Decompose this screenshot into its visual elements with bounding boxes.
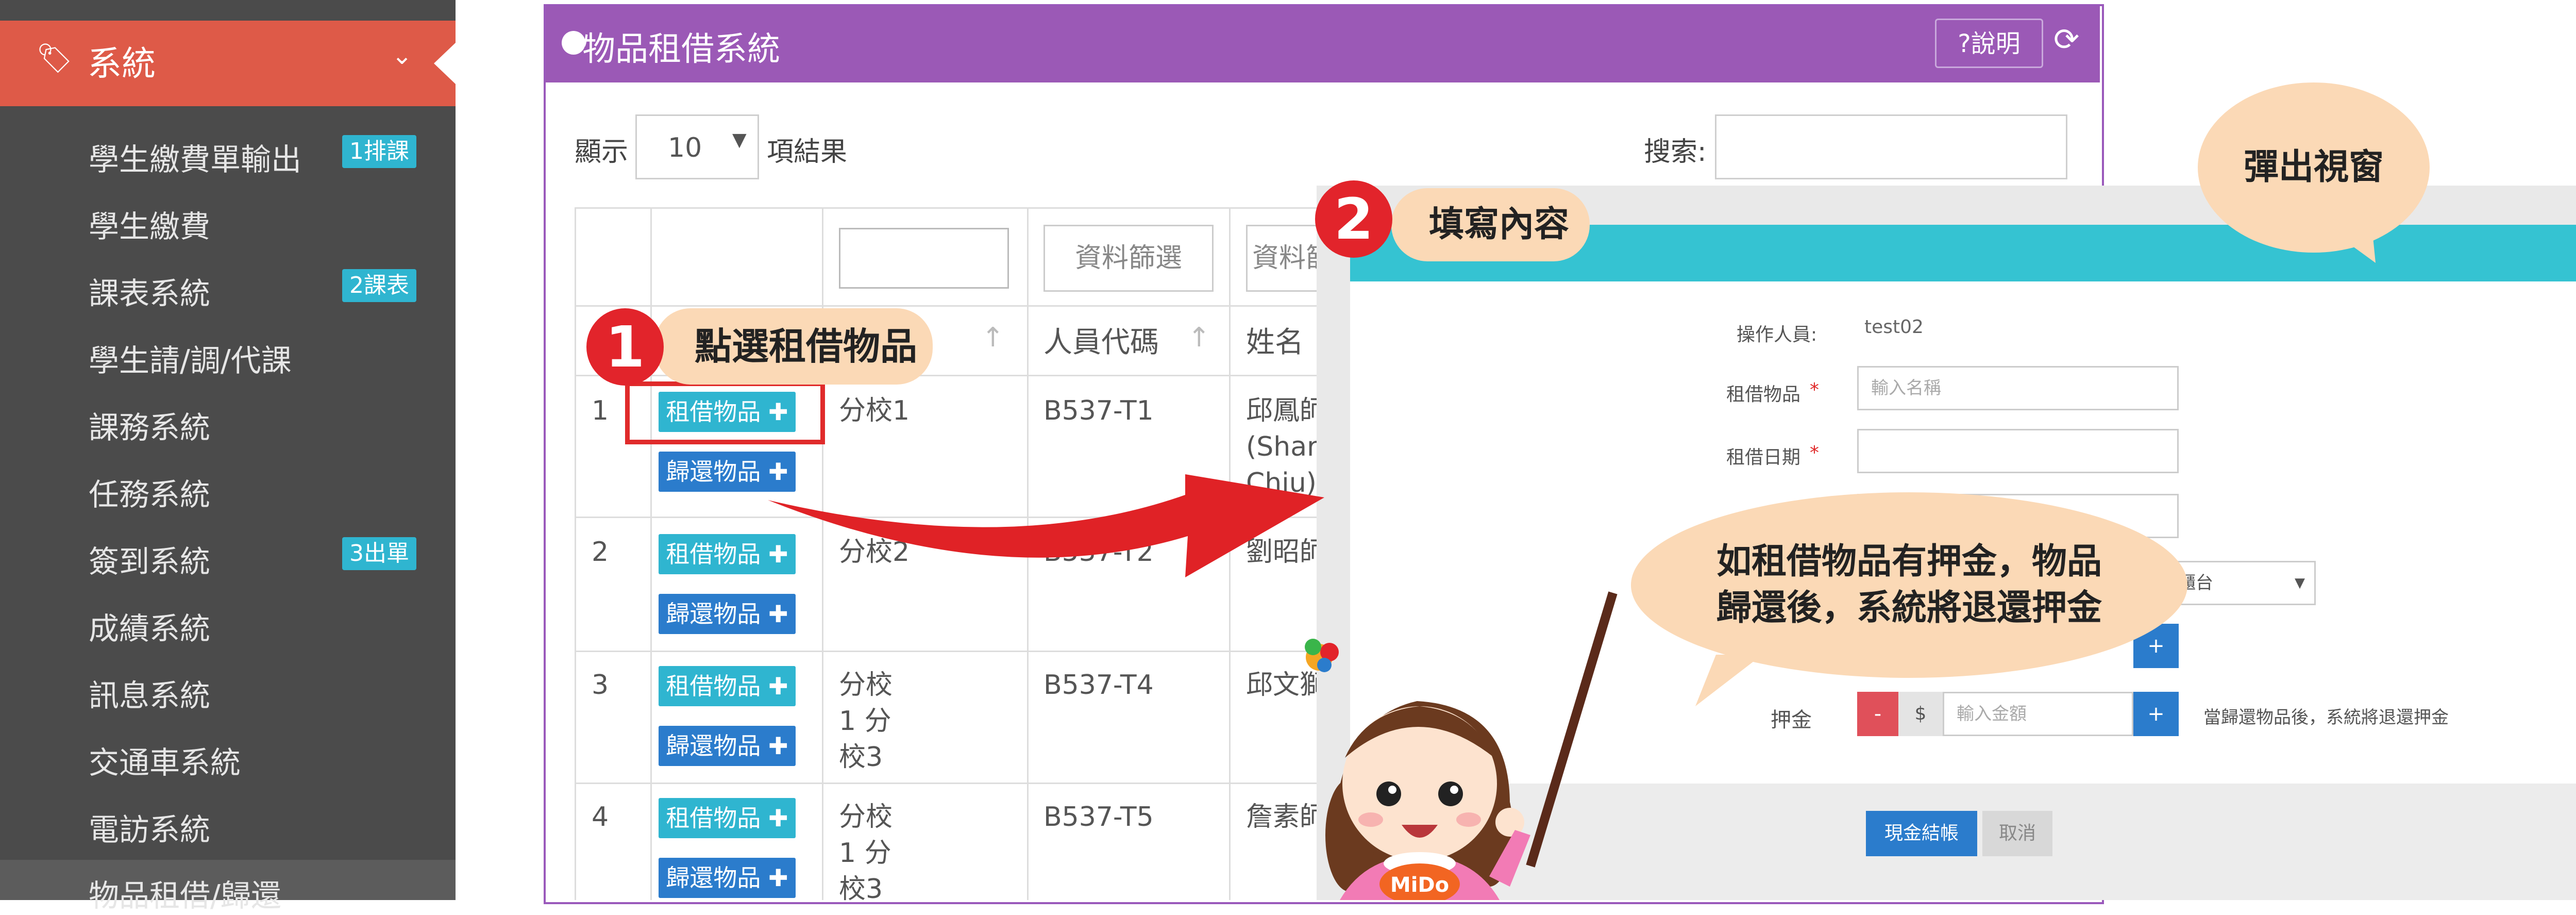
deposit-note: 當歸還物品後，系統將退還押金	[2203, 707, 2449, 728]
search-input[interactable]	[1715, 114, 2067, 179]
currency-addon: $	[1898, 692, 1943, 736]
cancel-button[interactable]: 取消	[1982, 811, 2052, 856]
sidebar-item-payment-slip[interactable]: 學生繳費單輸出	[89, 135, 301, 179]
item-name-input[interactable]: 輸入名稱	[1857, 366, 2179, 410]
sidebar-item-messages[interactable]: 訊息系統	[89, 671, 210, 715]
sidebar-section-label: 系統	[88, 44, 156, 84]
mascot-label: MiDo	[1390, 873, 1449, 897]
refresh-icon[interactable]: ⟳	[2053, 22, 2079, 58]
table-border	[575, 305, 1317, 307]
sidebar-badge: 1排課	[342, 135, 416, 168]
code-cell: B537-T5	[1043, 802, 1154, 833]
caret-down-icon: ▼	[2295, 575, 2305, 591]
table-border	[575, 783, 1317, 784]
column-header-name[interactable]: 姓名	[1246, 325, 1304, 361]
deposit-label: 押金	[1771, 708, 1812, 732]
row-number: 2	[592, 537, 609, 568]
tag-icon: 🏷	[36, 42, 73, 75]
sidebar-item-tasks[interactable]: 任務系統	[89, 470, 210, 514]
column-header-code[interactable]: 人員代碼	[1043, 325, 1159, 361]
table-border	[575, 651, 1317, 652]
bubble-tail	[1695, 655, 1762, 706]
caret-down-icon: ▼	[732, 129, 747, 151]
rent-date-input[interactable]	[1857, 429, 2179, 473]
popup-window-bubble: 彈出視窗	[2198, 82, 2430, 253]
step2-badge: 2	[1315, 180, 1392, 258]
deposit-amount-input[interactable]: 輸入金額	[1943, 692, 2133, 736]
table-border	[575, 207, 576, 900]
required-mark: *	[1810, 442, 1819, 463]
sidebar-item-rental[interactable]: 物品租借/歸還	[89, 871, 281, 915]
filter-button[interactable]: 資料篩選	[1043, 225, 1214, 292]
sidebar-item-course-affairs[interactable]: 課務系統	[89, 403, 210, 447]
cash-checkout-button[interactable]: 現金結帳	[1866, 811, 1977, 856]
step2-callout: 填寫內容	[1391, 188, 1590, 261]
branch-cell: 分校1 分校3	[839, 802, 893, 905]
sort-icon[interactable]: ↑	[1188, 320, 1210, 356]
mascot-illustration: MiDo	[1305, 591, 1618, 900]
page-size-select[interactable]: 10 ▼	[635, 114, 759, 179]
results-label: 項結果	[767, 137, 848, 168]
deposit-bubble-line: 歸還後，系統將退還押金	[1716, 588, 2102, 628]
rent-item-button[interactable]: 租借物品 ✚	[659, 798, 796, 838]
deposit-plus-button[interactable]: +	[2133, 692, 2179, 736]
code-cell: B537-T1	[1043, 395, 1154, 426]
filter-input[interactable]	[839, 228, 1009, 289]
bubble-tail	[2319, 211, 2376, 263]
branch-cell: 分校1 分校3	[839, 670, 893, 773]
row-number: 1	[592, 395, 609, 426]
sidebar-item-payment[interactable]: 學生繳費	[89, 202, 210, 246]
deposit-minus-button[interactable]: -	[1857, 692, 1898, 736]
sort-icon[interactable]: ↑	[982, 320, 1004, 356]
code-cell: B537-T4	[1043, 670, 1154, 701]
return-item-button[interactable]: 歸還物品 ✚	[659, 726, 796, 766]
sidebar-item-shuttle[interactable]: 交通車系統	[89, 738, 241, 782]
return-item-button[interactable]: 歸還物品 ✚	[659, 594, 796, 634]
step1-callout: 點選租借物品	[654, 308, 933, 385]
branch-cell: 分校1	[839, 395, 910, 426]
help-button[interactable]: ?說明	[1935, 19, 2043, 68]
return-item-button[interactable]: 歸還物品 ✚	[659, 858, 796, 898]
sidebar-badge: 3出單	[342, 537, 416, 570]
show-label: 顯示	[575, 137, 629, 168]
row-number: 4	[592, 802, 609, 833]
page-size-value: 10	[668, 132, 702, 163]
rent-item-button[interactable]: 租借物品 ✚	[659, 666, 796, 706]
operator-label: 操作人員:	[1737, 324, 1817, 345]
required-mark: *	[1810, 379, 1819, 401]
sidebar-item-timetable[interactable]: 課表系統	[89, 269, 210, 313]
date-label: 租借日期	[1726, 447, 1801, 468]
table-border	[650, 207, 652, 900]
sidebar-badge: 2課表	[342, 269, 416, 302]
item-label: 租借物品	[1726, 384, 1801, 405]
sidebar-item-checkin[interactable]: 簽到系統	[89, 537, 210, 581]
step1-badge: 1	[586, 308, 664, 386]
deposit-bubble: 如租借物品有押金，物品 歸還後，系統將退還押金	[1631, 492, 2187, 678]
sidebar-item-phone-visit[interactable]: 電訪系統	[89, 805, 210, 849]
red-arrow	[768, 474, 1324, 577]
sidebar-item-grades[interactable]: 成績系統	[89, 604, 210, 648]
table-border	[575, 207, 1317, 209]
deposit-bubble-line: 如租借物品有押金，物品	[1716, 541, 2102, 582]
sidebar-item-leave[interactable]: 學生請/調/代課	[89, 336, 292, 380]
row-number: 3	[592, 670, 609, 701]
highlight-box	[625, 381, 825, 444]
chevron-down-icon[interactable]: ⌄	[392, 41, 412, 70]
search-label: 搜索:	[1644, 137, 1707, 168]
operator-value: test02	[1864, 317, 1924, 338]
panel-title: 物品租借系統	[582, 30, 780, 69]
